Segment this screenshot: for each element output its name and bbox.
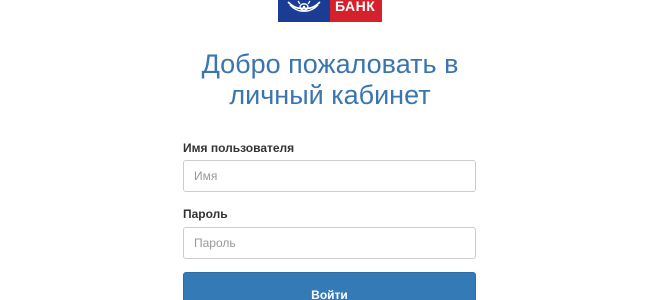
page-title: Добро пожаловать в личный кабинет bbox=[0, 49, 660, 111]
page-title-line-2: личный кабинет bbox=[229, 80, 431, 110]
username-label: Имя пользователя bbox=[183, 141, 295, 155]
login-button[interactable]: Войти bbox=[183, 272, 476, 300]
logo-bank-word: БАНК bbox=[330, 0, 382, 22]
username-input[interactable] bbox=[183, 160, 476, 192]
post-horn-emblem-icon bbox=[278, 0, 330, 22]
password-input[interactable] bbox=[183, 227, 476, 259]
bank-logo: БАНК bbox=[278, 0, 382, 22]
password-label: Пароль bbox=[183, 207, 228, 221]
page-title-line-1: Добро пожаловать в bbox=[201, 49, 459, 79]
login-page: БАНК Добро пожаловать в личный кабинет И… bbox=[0, 0, 660, 300]
